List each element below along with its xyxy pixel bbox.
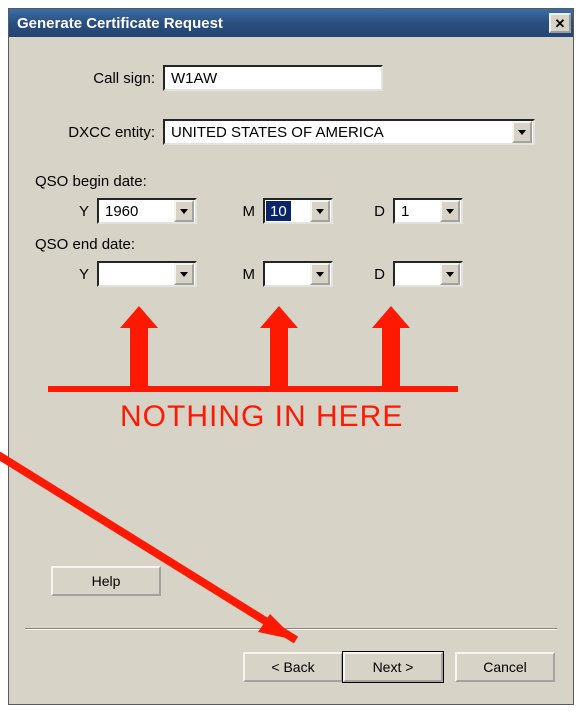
close-button[interactable]: ✕ [549,13,571,33]
callsign-label: Call sign: [35,70,163,87]
chevron-down-icon[interactable] [310,263,330,285]
qso-end-label: QSO end date: [35,236,547,253]
end-year-select[interactable] [97,261,197,287]
help-button[interactable]: Help [51,566,161,596]
end-day-select[interactable] [393,261,463,287]
dxcc-value: UNITED STATES OF AMERICA [165,124,511,141]
begin-month-select[interactable]: 10 [263,198,333,224]
window-title: Generate Certificate Request [17,15,223,32]
begin-day-value: 1 [395,203,439,220]
end-month-select[interactable] [263,261,333,287]
begin-day-select[interactable]: 1 [393,198,463,224]
qso-end-row: Y M D [35,261,547,287]
callsign-input[interactable] [163,65,383,91]
begin-month-value: 10 [266,201,291,221]
next-button[interactable]: Next > [343,652,443,682]
chevron-down-icon[interactable] [440,263,460,285]
day-label: D [367,266,385,283]
dxcc-row: DXCC entity: UNITED STATES OF AMERICA [35,119,547,145]
begin-year-select[interactable]: 1960 [97,198,197,224]
separator [25,628,557,630]
dxcc-select[interactable]: UNITED STATES OF AMERICA [163,119,535,145]
qso-begin-row: Y 1960 M 10 D 1 [35,198,547,224]
chevron-down-icon[interactable] [310,200,330,222]
wizard-buttons: < Back Next > Cancel [243,652,555,682]
year-label: Y [71,203,89,220]
titlebar: Generate Certificate Request ✕ [9,9,573,37]
qso-begin-label: QSO begin date: [35,173,547,190]
dialog-body: Call sign: DXCC entity: UNITED STATES OF… [9,37,573,704]
cancel-button[interactable]: Cancel [455,652,555,682]
dxcc-label: DXCC entity: [35,124,163,141]
chevron-down-icon[interactable] [440,200,460,222]
month-label: M [237,203,255,220]
year-label: Y [71,266,89,283]
day-label: D [367,203,385,220]
back-button[interactable]: < Back [243,652,343,682]
help-wrap: Help [51,566,161,596]
close-icon: ✕ [555,17,566,30]
chevron-down-icon[interactable] [174,200,194,222]
dialog-window: Generate Certificate Request ✕ Call sign… [8,8,574,705]
chevron-down-icon[interactable] [174,263,194,285]
chevron-down-icon[interactable] [512,121,532,143]
callsign-row: Call sign: [35,65,547,91]
begin-year-value: 1960 [99,203,173,220]
month-label: M [237,266,255,283]
